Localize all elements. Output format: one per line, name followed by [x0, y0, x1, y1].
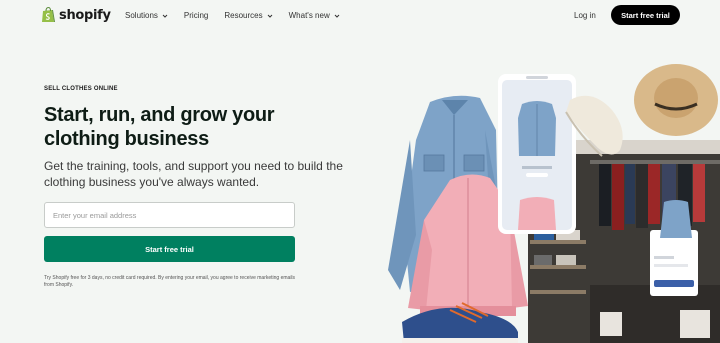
brand-wordmark: shopify — [59, 7, 111, 23]
top-nav: shopify Solutions Pricing Resources What… — [0, 0, 720, 32]
main-menu: Solutions Pricing Resources What's new — [125, 11, 340, 20]
shopify-logo[interactable]: shopify — [42, 7, 111, 23]
phone-mockup — [498, 74, 576, 234]
shopify-bag-icon — [42, 7, 55, 22]
hero-eyebrow: SELL CLOTHES ONLINE — [44, 86, 118, 92]
nav-start-trial-button[interactable]: Start free trial — [611, 5, 680, 25]
menu-whats-new[interactable]: What's new — [289, 11, 340, 20]
menu-whats-new-label: What's new — [288, 11, 330, 20]
chevron-down-icon — [267, 14, 272, 18]
menu-solutions-label: Solutions — [125, 11, 158, 20]
legal-disclaimer: Try Shopify free for 3 days, no credit c… — [44, 275, 296, 288]
hero-headline: Start, run, and grow your clothing busin… — [44, 104, 275, 150]
menu-pricing-label: Pricing — [183, 11, 209, 20]
menu-solutions[interactable]: Solutions — [125, 11, 168, 20]
email-field[interactable] — [44, 202, 295, 228]
hero-subtext: Get the training, tools, and support you… — [44, 159, 343, 189]
start-trial-button[interactable]: Start free trial — [44, 236, 295, 262]
menu-resources[interactable]: Resources — [224, 11, 272, 20]
menu-resources-label: Resources — [224, 11, 263, 20]
hero-content: SELL CLOTHES ONLINE Start, run, and grow… — [44, 86, 344, 190]
straw-hat — [634, 64, 718, 136]
hero-clothing-illustration — [388, 64, 720, 343]
menu-pricing[interactable]: Pricing — [184, 11, 208, 20]
chevron-down-icon — [162, 14, 168, 18]
login-link[interactable]: Log in — [574, 11, 596, 20]
chevron-down-icon — [334, 14, 340, 18]
